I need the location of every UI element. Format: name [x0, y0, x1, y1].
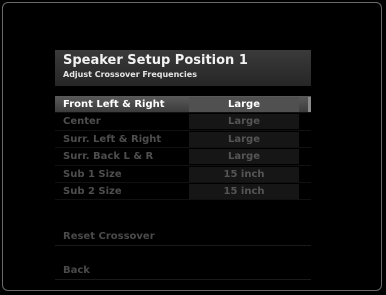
speaker-settings-list: Front Left & Right Large Center Large Su…	[55, 96, 311, 201]
setting-label: Surr. Back L & R	[63, 151, 154, 163]
setting-row-front-left-right[interactable]: Front Left & Right Large	[55, 96, 311, 114]
page-subtitle: Adjust Crossover Frequencies	[63, 70, 197, 79]
reset-crossover-label: Reset Crossover	[63, 231, 155, 242]
back-button[interactable]: Back	[55, 262, 311, 280]
setting-row-center[interactable]: Center Large	[55, 113, 311, 131]
setting-label: Center	[63, 116, 101, 128]
setting-value[interactable]: Large	[189, 97, 299, 112]
back-label: Back	[63, 265, 90, 276]
setting-row-surround-left-right[interactable]: Surr. Left & Right Large	[55, 131, 311, 149]
setting-label: Sub 1 Size	[63, 168, 122, 180]
reset-crossover-button[interactable]: Reset Crossover	[55, 228, 311, 246]
page-title: Speaker Setup Position 1	[63, 53, 248, 68]
setting-value[interactable]: 15 inch	[189, 183, 299, 199]
setting-label: Sub 2 Size	[63, 185, 122, 197]
setting-value[interactable]: Large	[189, 114, 299, 130]
setting-row-sub-2-size[interactable]: Sub 2 Size 15 inch	[55, 183, 311, 201]
setting-label: Surr. Left & Right	[63, 133, 162, 145]
menu-header: Speaker Setup Position 1 Adjust Crossove…	[55, 50, 311, 86]
setting-row-sub-1-size[interactable]: Sub 1 Size 15 inch	[55, 166, 311, 183]
setting-row-surround-back[interactable]: Surr. Back L & R Large	[55, 148, 311, 166]
setting-value[interactable]: 15 inch	[189, 166, 299, 182]
setting-value[interactable]: Large	[189, 131, 299, 147]
setting-value[interactable]: Large	[189, 149, 299, 165]
setting-label: Front Left & Right	[63, 99, 165, 110]
selection-indicator	[308, 97, 311, 112]
